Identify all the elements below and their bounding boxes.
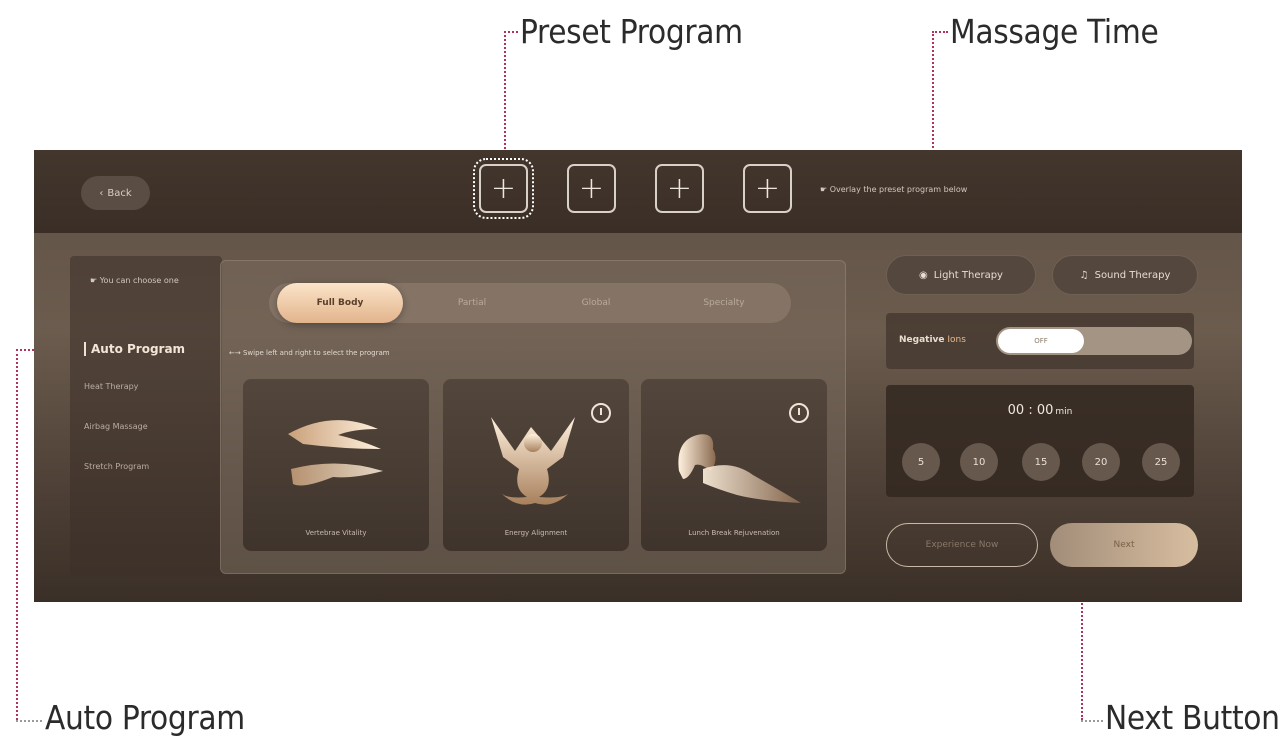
program-card-lunch[interactable]: Lunch Break Rejuvenation <box>641 379 827 551</box>
lightbulb-icon: ◉ <box>919 269 928 281</box>
negative-ions-prefix: Negative <box>899 335 945 345</box>
card-label: Lunch Break Rejuvenation <box>688 529 780 537</box>
preset-slot-1[interactable]: + <box>473 158 534 219</box>
sidebar-item-stretch-program[interactable]: Stretch Program <box>84 462 149 471</box>
next-button[interactable]: Next <box>1050 523 1198 567</box>
sound-therapy-label: Sound Therapy <box>1094 269 1171 281</box>
plus-icon: + <box>754 170 781 206</box>
negative-ions-label: Negative Ions <box>899 335 966 345</box>
program-card-vertebrae[interactable]: Vertebrae Vitality <box>243 379 429 551</box>
sidebar-hint-text: You can choose one <box>99 276 179 285</box>
music-icon: ♫ <box>1079 269 1089 281</box>
massage-timer: 00 : 00 min 5 10 15 20 25 <box>886 385 1194 497</box>
negative-ions-suffix: Ions <box>947 335 966 345</box>
preset-slot-2[interactable]: + <box>567 164 616 213</box>
duration-10-button[interactable]: 10 <box>960 443 998 481</box>
top-bar: ‹ Back + + + + ☛ Overlay the preset prog… <box>34 150 1242 233</box>
duration-25-button[interactable]: 25 <box>1142 443 1180 481</box>
toggle-knob: OFF <box>998 329 1084 353</box>
leader-auto-bottom <box>16 720 42 722</box>
overlay-hint: ☛ Overlay the preset program below <box>820 185 967 194</box>
sidebar-hint: ☛ You can choose one <box>90 276 179 285</box>
leader-preset-h <box>504 31 518 33</box>
leader-next-bottom <box>1081 720 1103 722</box>
back-label: Back <box>107 187 132 199</box>
experience-now-button[interactable]: Experience Now <box>886 523 1038 567</box>
duration-20-button[interactable]: 20 <box>1082 443 1120 481</box>
back-button[interactable]: ‹ Back <box>81 176 150 210</box>
card-label: Energy Alignment <box>504 529 568 537</box>
duration-15-button[interactable]: 15 <box>1022 443 1060 481</box>
leader-time-h <box>932 31 948 33</box>
arrows-icon: ←→ <box>229 349 241 357</box>
preset-slot-4[interactable]: + <box>743 164 792 213</box>
light-therapy-button[interactable]: ◉ Light Therapy <box>886 255 1036 295</box>
massage-chair-screen: ‹ Back + + + + ☛ Overlay the preset prog… <box>34 150 1242 602</box>
negative-ions-toggle[interactable]: OFF <box>996 327 1192 355</box>
sound-therapy-button[interactable]: ♫ Sound Therapy <box>1052 255 1198 295</box>
plus-icon: + <box>490 170 517 206</box>
program-content: Full Body Partial Global Specialty ←→ Sw… <box>220 260 846 574</box>
hand-icon: ☛ <box>90 276 98 285</box>
sidebar-item-heat-therapy[interactable]: Heat Therapy <box>84 382 138 391</box>
leader-preset-v <box>504 31 506 165</box>
hands-icon <box>288 420 383 486</box>
chevron-left-icon: ‹ <box>99 187 104 199</box>
preset-slot-3[interactable]: + <box>655 164 704 213</box>
plus-icon: + <box>578 170 605 206</box>
duration-5-button[interactable]: 5 <box>902 443 940 481</box>
time-value: 00 : 00 <box>1007 403 1054 418</box>
tab-full-body[interactable]: Full Body <box>277 283 403 323</box>
sidebar-item-airbag-massage[interactable]: Airbag Massage <box>84 422 148 431</box>
time-unit: min <box>1055 407 1073 417</box>
plus-icon: + <box>666 170 693 206</box>
callout-preset-program: Preset Program <box>520 12 743 51</box>
stretch-figure-icon <box>491 417 575 505</box>
tab-partial[interactable]: Partial <box>417 283 527 323</box>
tab-specialty[interactable]: Specialty <box>669 283 779 323</box>
light-therapy-label: Light Therapy <box>933 269 1003 281</box>
program-card-energy[interactable]: Energy Alignment <box>443 379 629 551</box>
swipe-hint: ←→ Swipe left and right to select the pr… <box>229 349 390 357</box>
negative-ions-row: Negative Ions OFF <box>886 313 1194 369</box>
program-sidebar: ☛ You can choose one Auto Program Heat T… <box>70 256 222 576</box>
callout-massage-time: Massage Time <box>950 12 1159 51</box>
callout-auto-program: Auto Program <box>45 698 245 737</box>
callout-next-button: Next Button <box>1105 698 1280 737</box>
overlay-hint-text: Overlay the preset program below <box>829 185 968 194</box>
sidebar-item-auto-program[interactable]: Auto Program <box>84 342 185 356</box>
category-tabs: Full Body Partial Global Specialty <box>269 283 791 323</box>
resting-figure-icon <box>678 434 801 503</box>
tab-global[interactable]: Global <box>541 283 651 323</box>
swipe-hint-text: Swipe left and right to select the progr… <box>242 349 390 357</box>
card-label: Vertebrae Vitality <box>305 529 367 537</box>
hand-icon: ☛ <box>820 185 828 194</box>
time-display: 00 : 00 min <box>886 403 1194 418</box>
leader-auto-v <box>16 349 18 720</box>
